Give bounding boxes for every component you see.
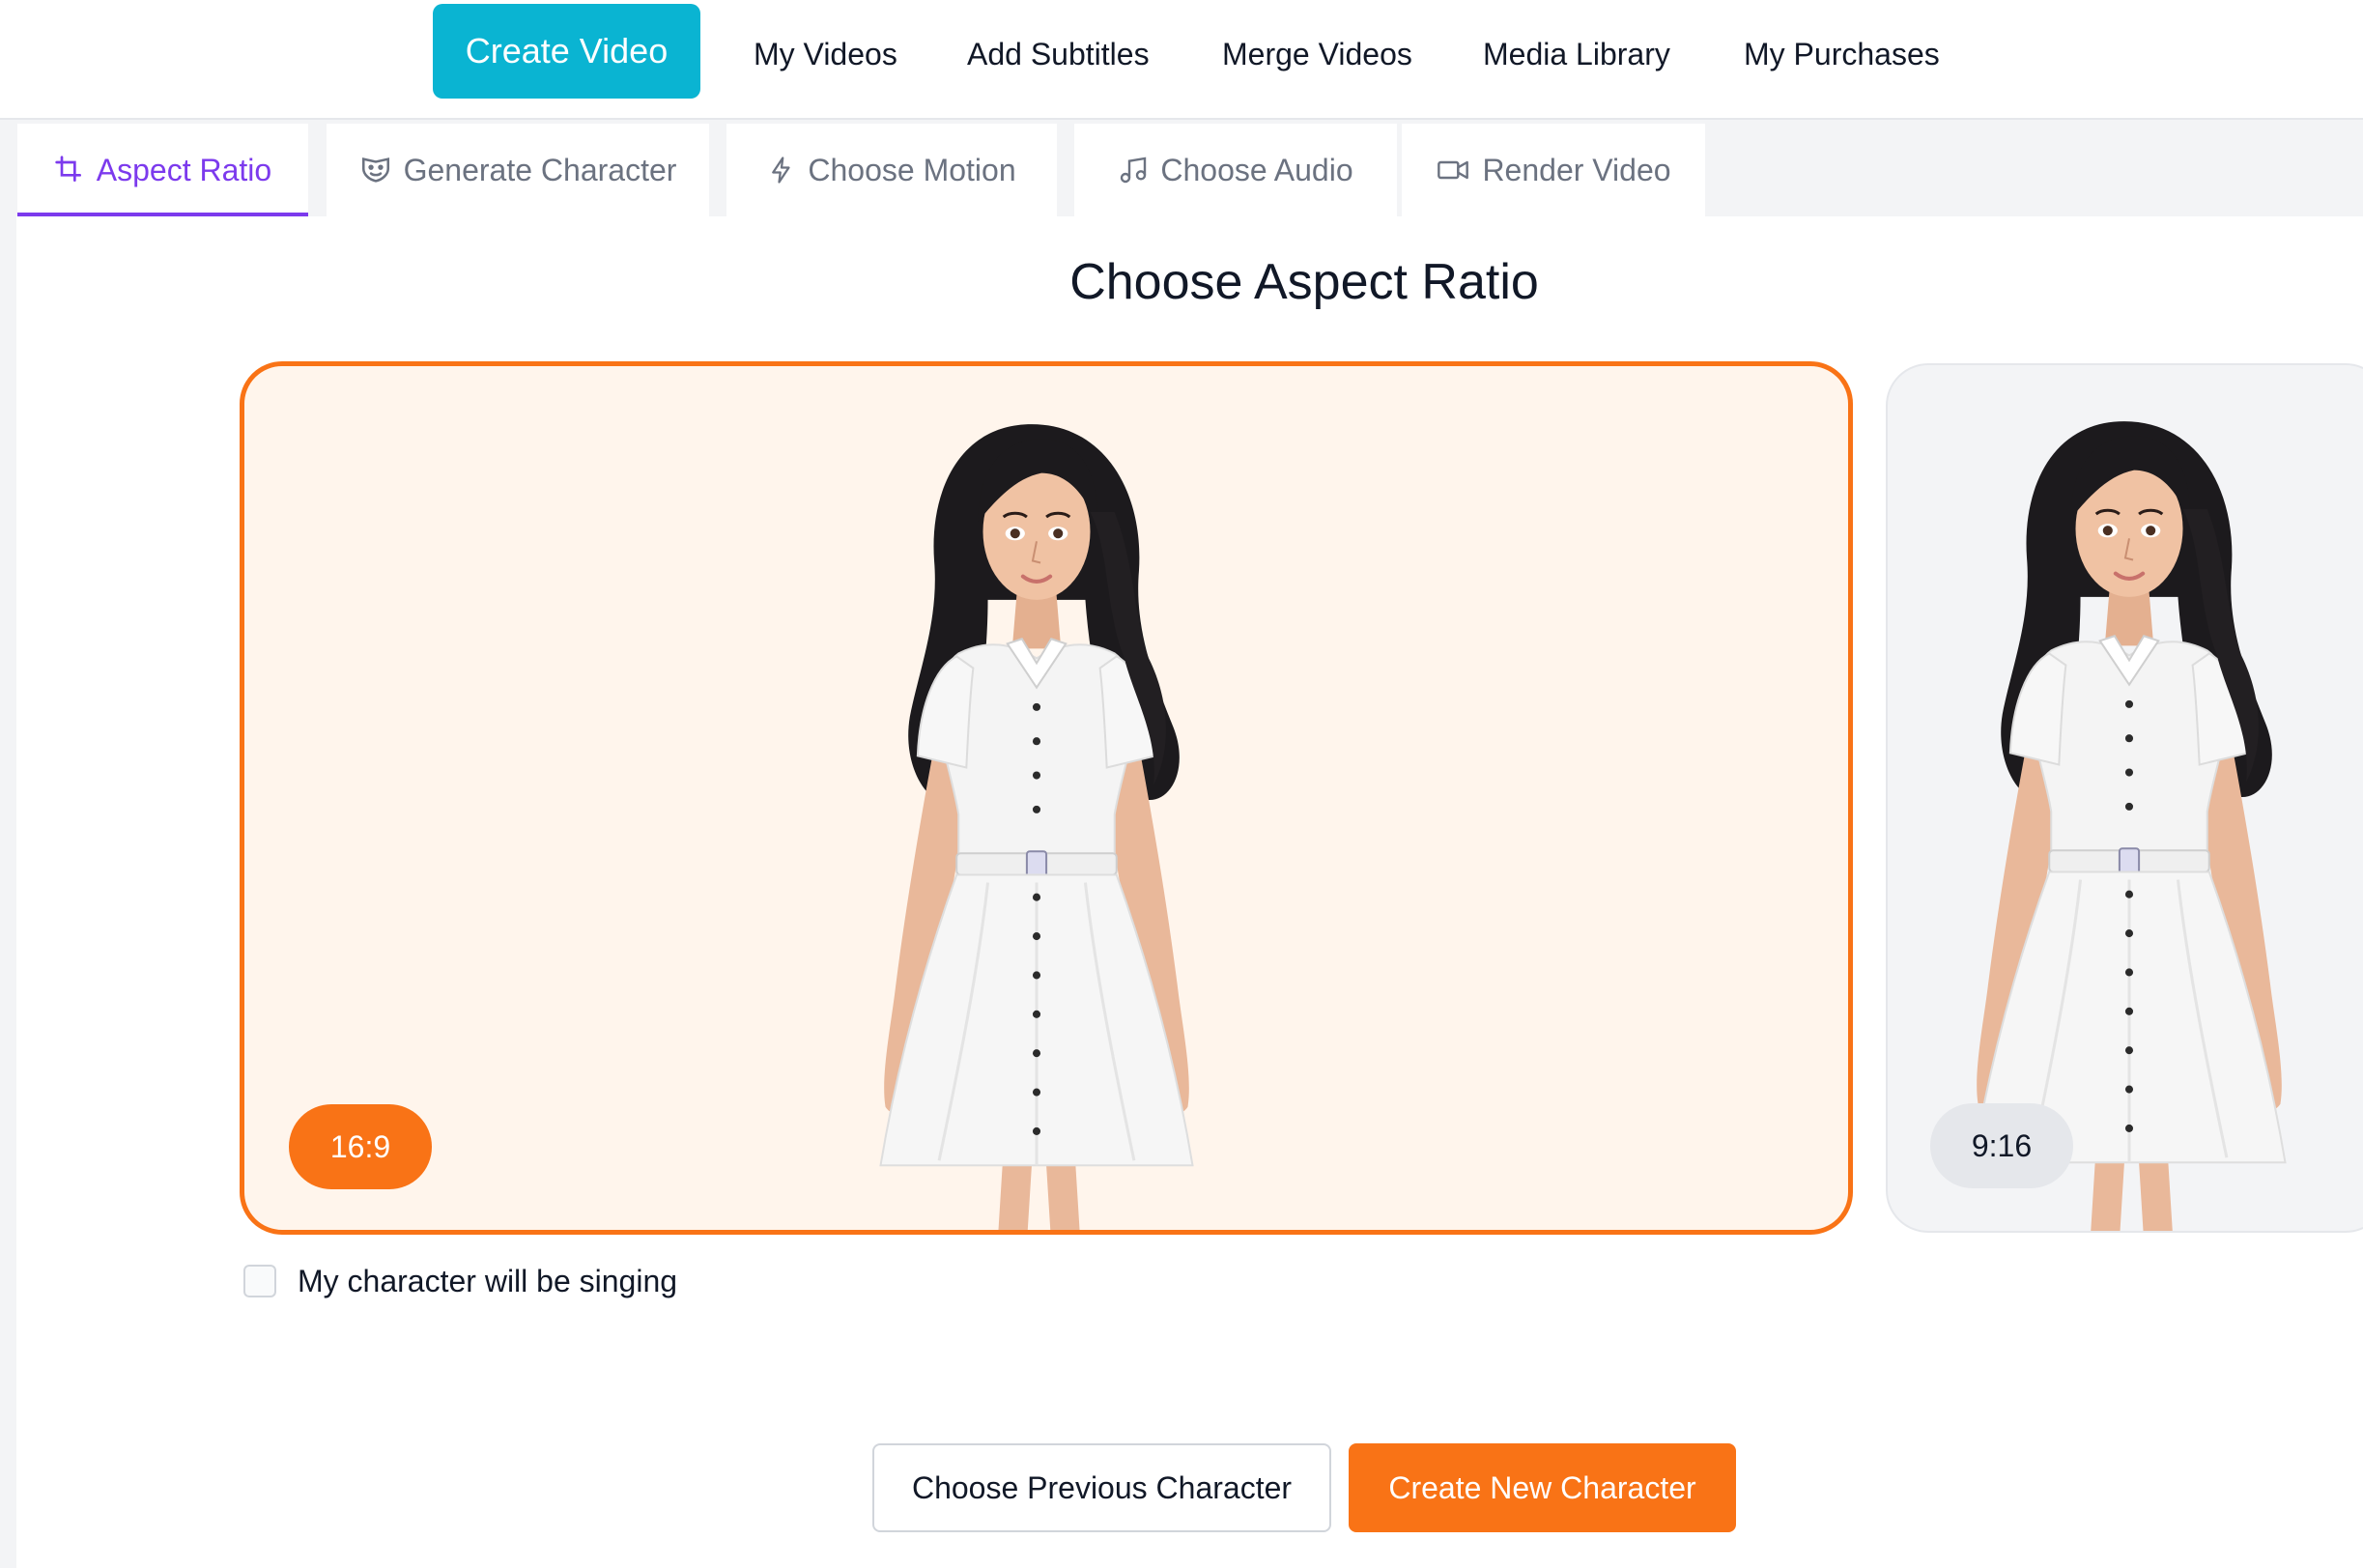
singing-checkbox[interactable] bbox=[243, 1265, 276, 1297]
left-rail bbox=[0, 216, 16, 1568]
aspect-card-9-16[interactable]: 9:16 bbox=[1886, 363, 2363, 1233]
crop-icon bbox=[54, 155, 85, 185]
nav-merge-videos[interactable]: Merge Videos bbox=[1222, 29, 1412, 79]
create-new-character-button[interactable]: Create New Character bbox=[1349, 1443, 1736, 1532]
tab-label: Choose Audio bbox=[1160, 152, 1353, 187]
singing-option: My character will be singing bbox=[243, 1262, 677, 1300]
tab-generate-character[interactable]: Generate Character bbox=[327, 124, 709, 216]
nav-add-subtitles[interactable]: Add Subtitles bbox=[967, 29, 1150, 79]
tab-choose-audio[interactable]: Choose Audio bbox=[1074, 124, 1397, 216]
step-tabs: Aspect Ratio Generate Character Choose M… bbox=[0, 120, 2363, 216]
nav-my-videos[interactable]: My Videos bbox=[754, 29, 897, 79]
music-note-icon bbox=[1118, 155, 1149, 185]
tab-aspect-ratio[interactable]: Aspect Ratio bbox=[17, 124, 308, 216]
tab-label: Generate Character bbox=[403, 152, 677, 187]
singing-checkbox-label[interactable]: My character will be singing bbox=[298, 1264, 677, 1299]
page-title: Choose Aspect Ratio bbox=[1069, 254, 1539, 310]
character-image bbox=[834, 405, 1239, 1235]
ratio-badge-9-16: 9:16 bbox=[1930, 1103, 2073, 1188]
create-video-button[interactable]: Create Video bbox=[433, 4, 700, 99]
nav-media-library[interactable]: Media Library bbox=[1483, 29, 1670, 79]
tab-render-video[interactable]: Render Video bbox=[1402, 124, 1705, 216]
video-camera-icon bbox=[1436, 155, 1470, 185]
aspect-card-16-9[interactable]: 16:9 bbox=[240, 361, 1853, 1235]
lightning-icon bbox=[767, 155, 796, 185]
tab-label: Aspect Ratio bbox=[96, 152, 272, 187]
theater-masks-icon bbox=[359, 154, 392, 186]
choose-previous-character-button[interactable]: Choose Previous Character bbox=[872, 1443, 1331, 1532]
ratio-badge-16-9: 16:9 bbox=[289, 1104, 432, 1189]
tab-choose-motion[interactable]: Choose Motion bbox=[726, 124, 1057, 216]
top-navigation: Create Video My Videos Add Subtitles Mer… bbox=[0, 0, 2363, 120]
tab-label: Choose Motion bbox=[808, 152, 1016, 187]
nav-my-purchases[interactable]: My Purchases bbox=[1744, 29, 1940, 79]
tab-label: Render Video bbox=[1482, 152, 1671, 187]
